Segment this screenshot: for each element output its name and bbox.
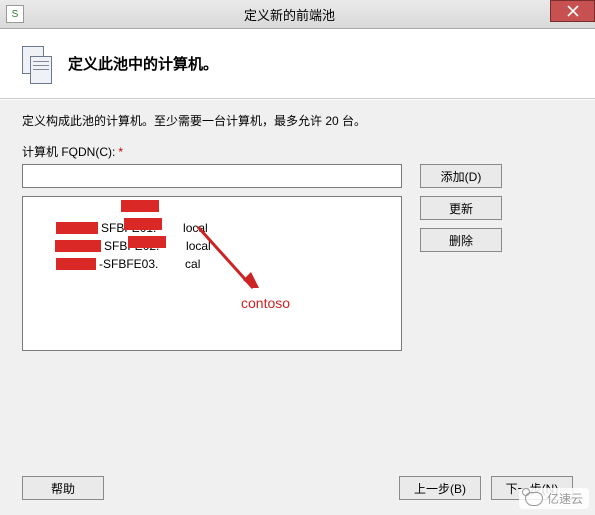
page-heading: 定义此池中的计算机。	[68, 53, 218, 74]
fqdn-label-text: 计算机 FQDN(C):	[22, 145, 115, 159]
back-button[interactable]: 上一步(B)	[399, 476, 481, 500]
remove-button[interactable]: 删除	[420, 228, 502, 252]
fqdn-label: 计算机 FQDN(C):*	[22, 143, 573, 160]
wizard-footer: 帮助 上一步(B) 下一步(N)	[0, 461, 595, 515]
close-icon	[567, 5, 579, 17]
computer-list[interactable]: SFBFE01. local SFBFE02. local -SFBFE03. …	[22, 196, 402, 351]
titlebar: S 定义新的前端池	[0, 0, 595, 29]
window-title: 定义新的前端池	[24, 5, 595, 24]
fqdn-input[interactable]	[22, 164, 402, 188]
list-item[interactable]: -SFBFE03. cal	[29, 237, 395, 255]
content-area: 定义构成此池的计算机。至少需要一台计算机，最多允许 20 台。 计算机 FQDN…	[0, 100, 595, 515]
required-asterisk: *	[118, 145, 123, 159]
skype-icon: S	[12, 9, 19, 20]
annotation-text: contoso	[241, 295, 290, 311]
cloud-icon	[525, 492, 543, 506]
close-button[interactable]	[550, 0, 595, 22]
list-item[interactable]: SFBFE01. local	[29, 201, 395, 219]
update-button[interactable]: 更新	[420, 196, 502, 220]
pool-icon	[18, 46, 54, 82]
wizard-header: 定义此池中的计算机。	[0, 29, 595, 99]
list-item[interactable]: SFBFE02. local	[28, 219, 395, 237]
add-button[interactable]: 添加(D)	[420, 164, 502, 188]
watermark-text: 亿速云	[547, 490, 583, 507]
description-text: 定义构成此池的计算机。至少需要一台计算机，最多允许 20 台。	[22, 112, 573, 129]
watermark: 亿速云	[519, 488, 589, 509]
app-icon: S	[6, 5, 24, 23]
help-button[interactable]: 帮助	[22, 476, 104, 500]
